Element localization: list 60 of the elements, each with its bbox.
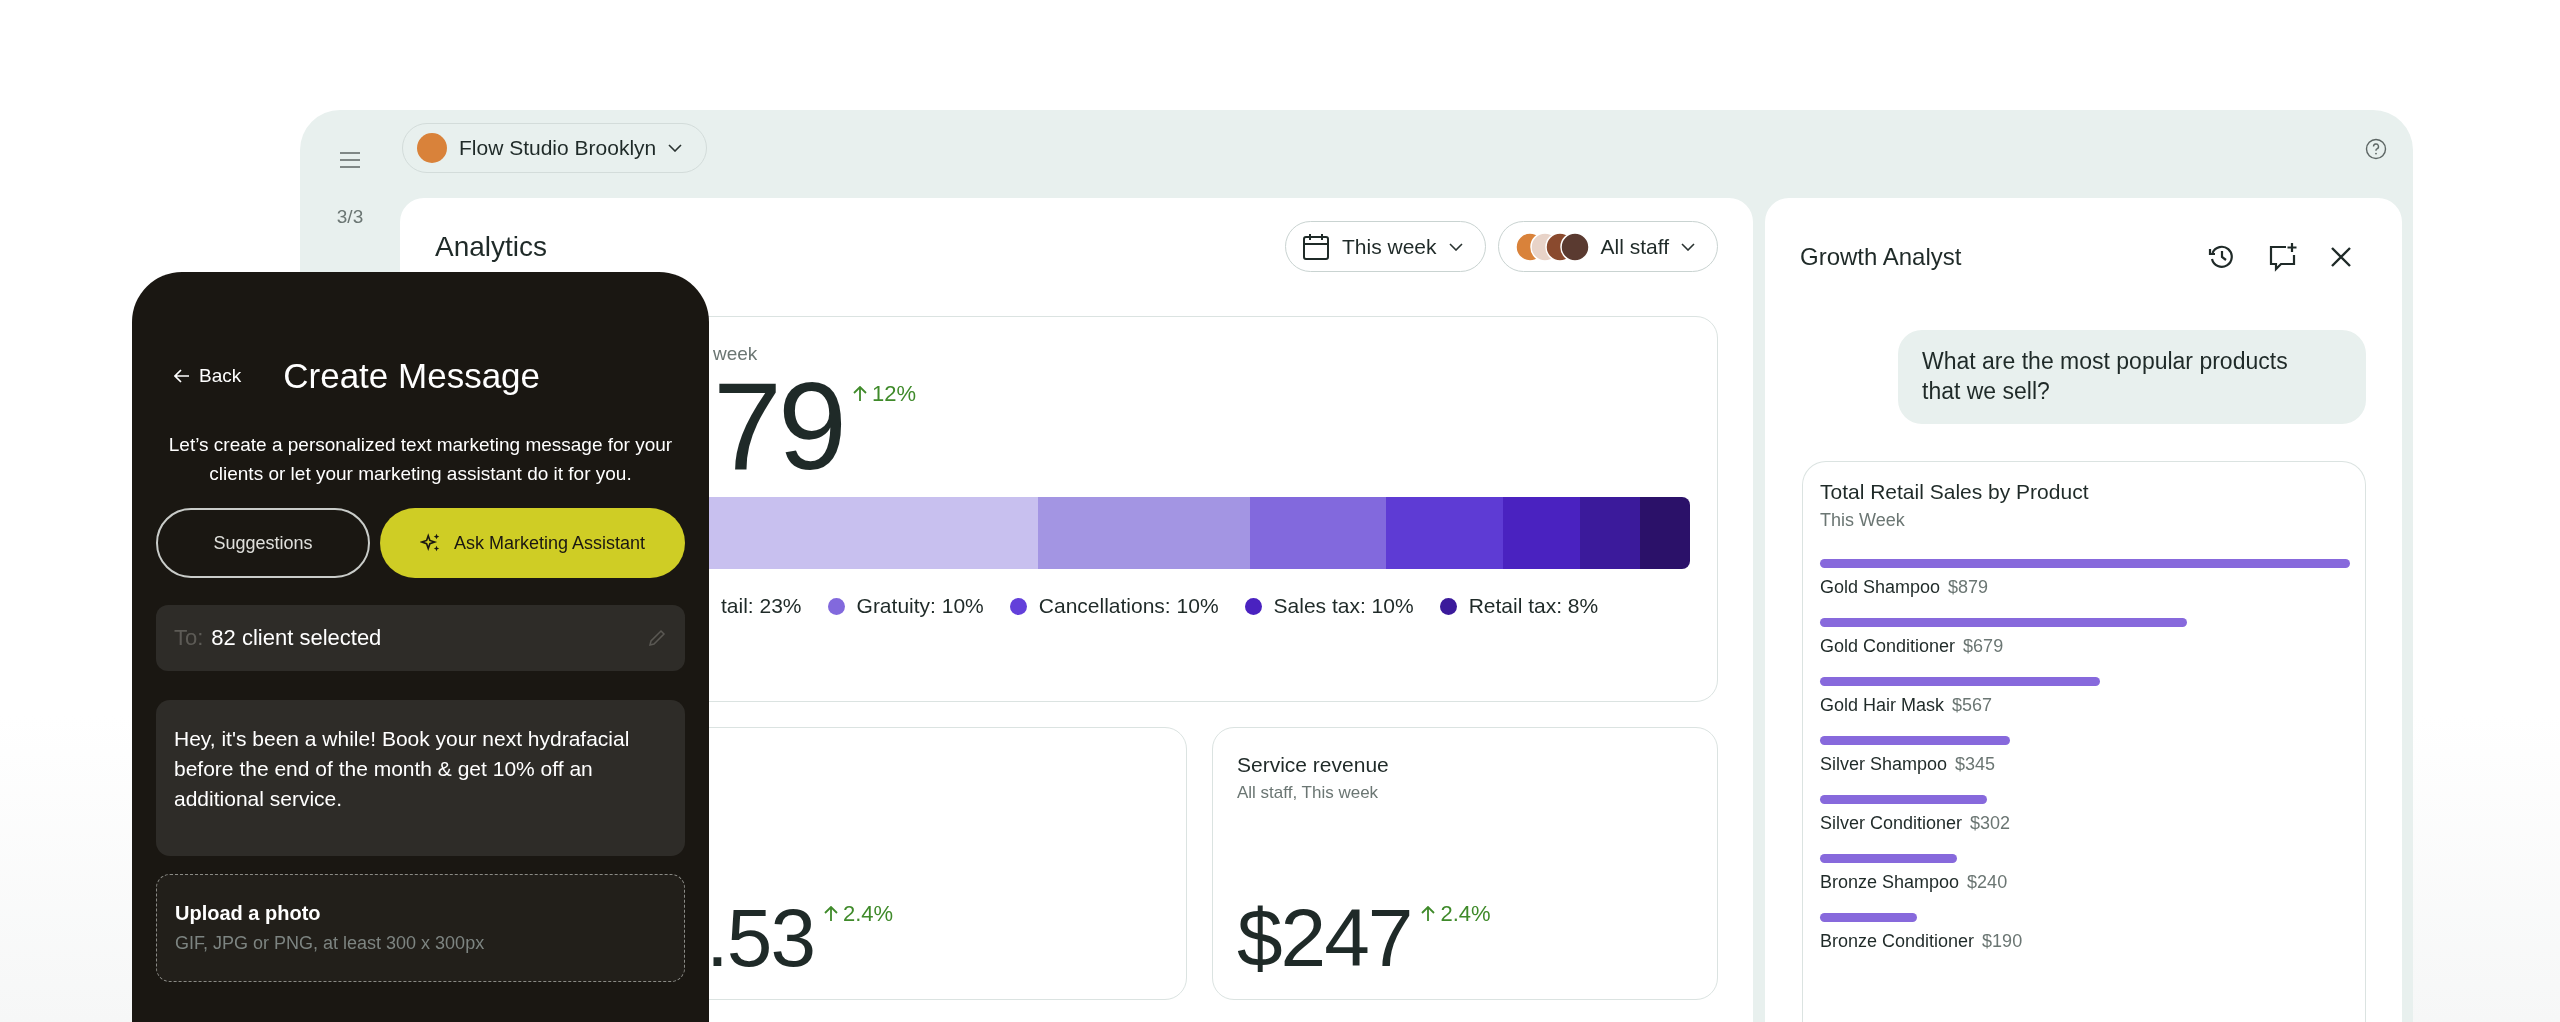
help-icon[interactable] [2365,138,2387,160]
legend-label: Gratuity: 10% [856,594,984,618]
chevron-down-icon [1448,242,1463,251]
page-counter: 3/3 [336,206,364,228]
legend-label: Sales tax: 10% [1273,594,1414,618]
upload-area[interactable]: Upload a photo GIF, JPG or PNG, at least 300 x 300px [156,874,685,982]
product-name: Bronze Conditioner [1820,931,1975,952]
filter-dropdown[interactable]: This week [1285,221,1486,272]
page-title: Analytics [435,230,548,263]
legend-label: Retail tax: 8% [1468,594,1599,618]
card-title: Service revenue [1237,753,1390,777]
product-name: Gold Shampoo [1820,577,1941,598]
product-name: Silver Conditioner [1820,813,1963,834]
product-sales: $879 [1948,577,1989,598]
product-name: Bronze Shampoo [1820,872,1960,893]
product-sales: $240 [1967,872,2008,893]
history-icon[interactable] [2208,243,2236,271]
product-sales: $567 [1952,695,1993,716]
close-icon[interactable] [2330,246,2352,268]
menu-icon[interactable] [339,152,361,168]
chat-message: What are the most popular products that we sell? [1898,330,2366,424]
screen-title: Create Message [283,356,541,396]
metric-value: .53 [706,895,814,981]
back-button[interactable]: Back [174,365,242,387]
action-button[interactable]: Suggestions [156,508,370,578]
new-chat-icon[interactable] [2268,242,2298,272]
filter-dropdown[interactable]: All staff [1497,221,1718,272]
product-sales: $345 [1955,754,1996,775]
metric-value: $247 [1237,895,1412,981]
product-name: Gold Conditioner [1820,636,1956,657]
product-sales: $679 [1963,636,2004,657]
calendar-icon [1302,232,1330,261]
metric-value: 79 [713,367,843,485]
card-subtitle: week [712,343,759,365]
back-arrow-icon [174,369,190,383]
avatar-icon [417,133,447,163]
change-indicator: 12% [852,381,916,407]
upload-hint: GIF, JPG or PNG, at least 300 x 300px [175,933,486,954]
change-indicator: 2.4% [1421,901,1491,927]
staff-avatars-icon [1514,231,1589,262]
description-text: Let’s create a personalized text marketing message for your clients or let your marketing assistant do it for you. [167,433,674,486]
upload-title: Upload a photo [175,902,322,925]
location-selector[interactable]: Flow Studio Brooklyn [402,123,708,173]
recipients-value: 82 client selected [211,625,383,651]
chevron-down-icon [1681,242,1695,251]
panel-title: Growth Analyst [1800,243,1962,271]
card-subtitle: All staff, This week [1237,783,1380,803]
product-sales: $302 [1970,813,2011,834]
message-field[interactable]: Hey, it's been a while! Book your next hydrafacial before the end of the month & get 10% off an additional service. [156,700,685,856]
sparkle-icon [419,532,442,554]
action-button[interactable]: Ask Marketing Assistant [380,508,685,578]
chevron-down-icon [668,144,683,152]
legend-label: Cancellations: 10% [1038,594,1219,618]
change-indicator: 2.4% [824,901,894,927]
product-sales: $190 [1982,931,2023,952]
product-name: Gold Hair Mask [1820,695,1945,716]
card-title: Total Retail Sales by Product [1820,480,2090,504]
card-subtitle: This Week [1820,510,1906,531]
legend-label: tail: 23% [721,594,802,618]
product-name: Silver Shampoo [1820,754,1948,775]
